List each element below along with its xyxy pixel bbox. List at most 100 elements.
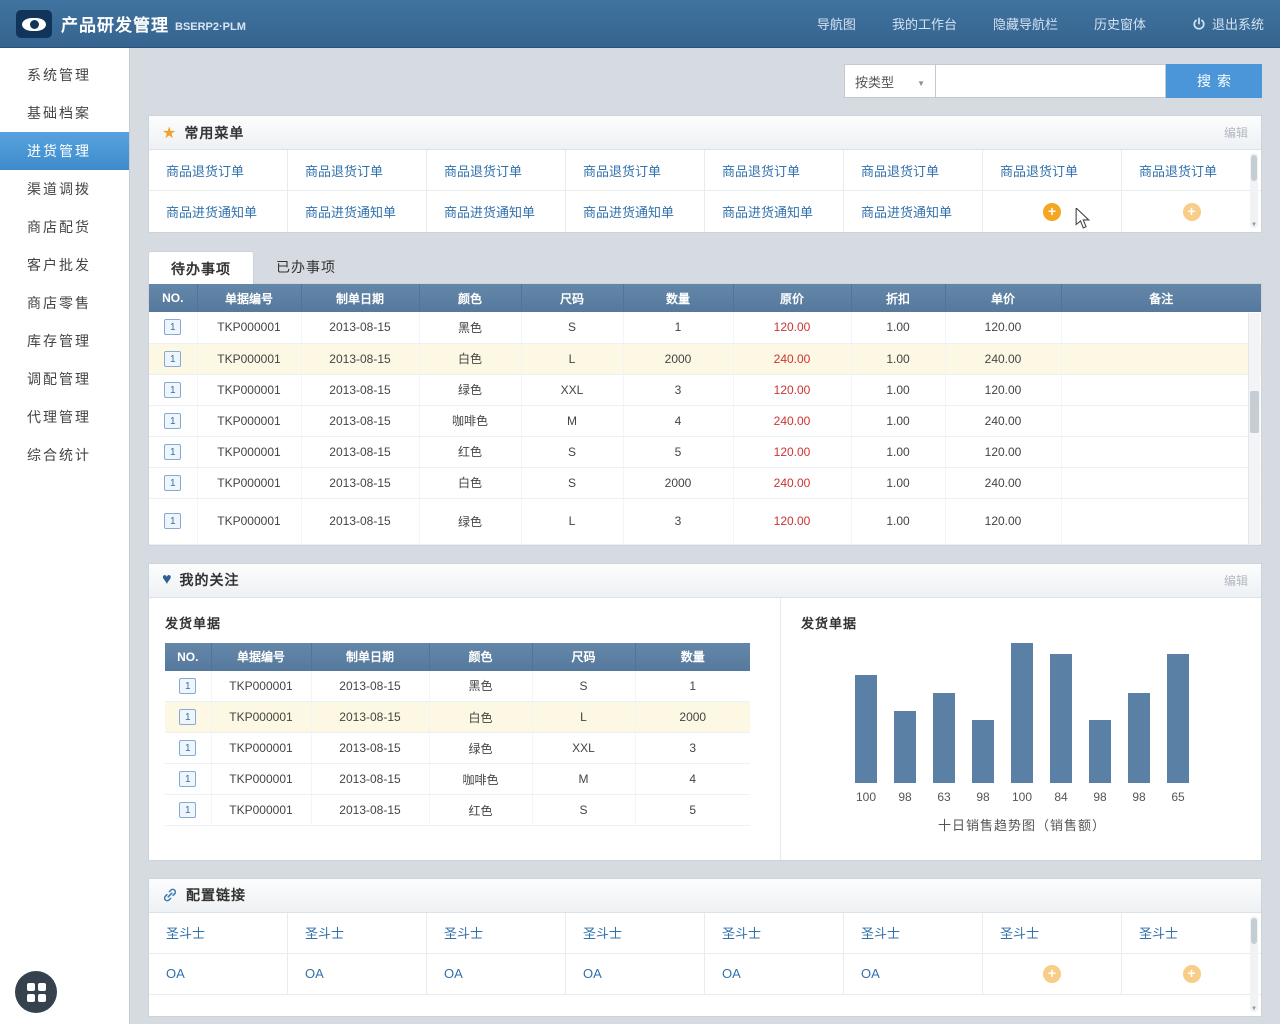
link-item[interactable]: 圣斗士	[1122, 913, 1261, 954]
link-item[interactable]: OA	[288, 954, 427, 995]
sidebar-item-store-retail[interactable]: 商店零售	[0, 284, 129, 322]
scrollbar-thumb[interactable]	[1250, 391, 1259, 433]
grid-icon	[27, 983, 46, 1002]
column-header-note: 备注	[1061, 284, 1261, 312]
row-number-badge[interactable]: 1	[179, 678, 196, 694]
link-icon	[162, 887, 178, 903]
quick-menu-scrollbar[interactable]: ▼	[1250, 153, 1258, 228]
quick-menu-item[interactable]: 商品进货通知单	[844, 191, 983, 232]
row-number-badge[interactable]: 1	[179, 771, 196, 787]
links-scrollbar[interactable]: ▼	[1250, 916, 1258, 1012]
row-number-badge[interactable]: 1	[164, 382, 181, 398]
scroll-down-arrow-icon[interactable]: ▼	[1251, 222, 1257, 228]
sidebar-item-system[interactable]: 系统管理	[0, 56, 129, 94]
sidebar-item-store-distribution[interactable]: 商店配货	[0, 208, 129, 246]
row-number-badge[interactable]: 1	[164, 444, 181, 460]
sidebar-item-agency[interactable]: 代理管理	[0, 398, 129, 436]
cell-note	[1061, 405, 1261, 436]
row-number-badge[interactable]: 1	[164, 513, 181, 529]
cell-date: 2013-08-15	[301, 498, 419, 544]
quick-menu-item[interactable]: 商品进货通知单	[288, 191, 427, 232]
quick-menu-item[interactable]: 商品进货通知单	[566, 191, 705, 232]
row-number-badge[interactable]: 1	[164, 413, 181, 429]
tab-todo[interactable]: 待办事项	[148, 251, 254, 284]
scrollbar-thumb[interactable]	[1251, 155, 1257, 181]
cell-qty: 1	[635, 671, 750, 702]
quick-menu-item[interactable]: 商品退货订单	[288, 150, 427, 191]
quick-menu-item[interactable]: 商品退货订单	[983, 150, 1122, 191]
chart-bar	[894, 711, 916, 782]
plus-icon[interactable]	[1043, 203, 1061, 221]
column-header-no: NO.	[165, 643, 211, 671]
link-item[interactable]: 圣斗士	[705, 913, 844, 954]
tab-done[interactable]: 已办事项	[254, 250, 358, 283]
sidebar-item-channel-transfer[interactable]: 渠道调拨	[0, 170, 129, 208]
link-item[interactable]: 圣斗士	[983, 913, 1122, 954]
quick-menu-item[interactable]: 商品进货通知单	[149, 191, 288, 232]
chart-bar-col: 65	[1159, 643, 1198, 804]
column-header-size: 尺码	[532, 643, 635, 671]
quick-menu-header: 常用菜单 编辑	[149, 116, 1261, 150]
links-header: 配置链接	[149, 879, 1261, 913]
sidebar-item-allocation[interactable]: 调配管理	[0, 360, 129, 398]
mouse-cursor	[1074, 208, 1092, 230]
quick-menu-item[interactable]: 商品进货通知单	[705, 191, 844, 232]
row-number-badge[interactable]: 1	[179, 709, 196, 725]
quick-menu-item[interactable]: 商品退货订单	[1122, 150, 1261, 191]
cell-qty: 4	[635, 764, 750, 795]
plus-icon[interactable]	[1183, 203, 1201, 221]
quick-menu-item[interactable]: 商品退货订单	[149, 150, 288, 191]
search-button[interactable]: 搜索	[1166, 64, 1262, 98]
quick-menu-item[interactable]: 商品退货订单	[566, 150, 705, 191]
row-number-badge[interactable]: 1	[179, 802, 196, 818]
row-number-badge[interactable]: 1	[164, 475, 181, 491]
sidebar-item-statistics[interactable]: 综合统计	[0, 436, 129, 474]
quick-menu-item[interactable]: 商品退货订单	[844, 150, 983, 191]
link-item[interactable]: 圣斗士	[288, 913, 427, 954]
link-item[interactable]: 圣斗士	[566, 913, 705, 954]
cell-color: 白色	[419, 343, 521, 374]
logout-button[interactable]: 退出系统	[1192, 14, 1264, 33]
sidebar-item-basic-archives[interactable]: 基础档案	[0, 94, 129, 132]
plus-icon[interactable]	[1183, 965, 1201, 983]
link-item[interactable]: OA	[566, 954, 705, 995]
search-bar: 按类型 搜索	[148, 64, 1262, 98]
link-item[interactable]: OA	[844, 954, 983, 995]
link-item[interactable]: 圣斗士	[427, 913, 566, 954]
search-input[interactable]	[936, 64, 1166, 98]
favorites-panel: 我的关注 编辑 发货单据 NO. 单据编号 制单日期 颜色 尺码 数量	[148, 563, 1262, 861]
search-type-select[interactable]: 按类型	[844, 64, 936, 98]
nav-hide-navbar[interactable]: 隐藏导航栏	[993, 14, 1058, 33]
link-item[interactable]: 圣斗士	[149, 913, 288, 954]
row-number-badge[interactable]: 1	[164, 351, 181, 367]
table-row: 1 TKP000001 2013-08-15 黑色 S 1 120.00 1.0…	[149, 312, 1261, 343]
cell-note	[1061, 498, 1261, 544]
link-item[interactable]: OA	[149, 954, 288, 995]
plus-icon[interactable]	[1043, 965, 1061, 983]
app-grid-button[interactable]	[15, 971, 57, 1013]
sidebar-item-purchase[interactable]: 进货管理	[0, 132, 129, 170]
cell-note	[1061, 436, 1261, 467]
cell-discount: 1.00	[851, 498, 945, 544]
link-item[interactable]: 圣斗士	[844, 913, 983, 954]
row-number-badge[interactable]: 1	[179, 740, 196, 756]
table-row: 1 TKP000001 2013-08-15 绿色 XXL 3 120.00 1…	[149, 374, 1261, 405]
favorites-edit-button[interactable]: 编辑	[1224, 572, 1248, 589]
quick-menu-item[interactable]: 商品退货订单	[705, 150, 844, 191]
table-row: 1 TKP000001 2013-08-15 咖啡色 M 4 240.00 1.…	[149, 405, 1261, 436]
row-number-badge[interactable]: 1	[164, 319, 181, 335]
tasks-scrollbar[interactable]	[1248, 313, 1260, 544]
nav-my-workbench[interactable]: 我的工作台	[892, 14, 957, 33]
column-header-no: NO.	[149, 284, 197, 312]
link-item[interactable]: OA	[705, 954, 844, 995]
quick-menu-edit-button[interactable]: 编辑	[1224, 124, 1248, 141]
scroll-down-arrow-icon[interactable]: ▼	[1251, 1006, 1257, 1012]
sidebar-item-inventory[interactable]: 库存管理	[0, 322, 129, 360]
sidebar-item-customer-wholesale[interactable]: 客户批发	[0, 246, 129, 284]
nav-navigation-map[interactable]: 导航图	[817, 14, 856, 33]
nav-history-windows[interactable]: 历史窗体	[1094, 14, 1146, 33]
scrollbar-thumb[interactable]	[1251, 918, 1257, 944]
quick-menu-item[interactable]: 商品退货订单	[427, 150, 566, 191]
link-item[interactable]: OA	[427, 954, 566, 995]
quick-menu-item[interactable]: 商品进货通知单	[427, 191, 566, 232]
